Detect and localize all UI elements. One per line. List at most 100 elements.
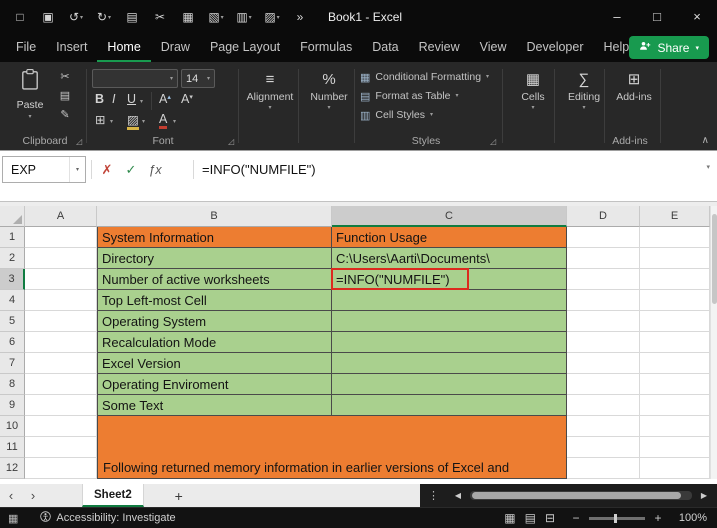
format-painter-button[interactable]: ✎ — [56, 108, 74, 121]
row-header-8[interactable]: 8 — [0, 374, 25, 395]
clipboard-icon[interactable]: ▤ — [118, 10, 146, 24]
format-as-table-button[interactable]: ▤Format as Table▾ — [360, 87, 498, 105]
cell-A2[interactable] — [25, 248, 97, 269]
row-header-12[interactable]: 12 — [0, 458, 25, 479]
column-header-C[interactable]: C — [332, 206, 567, 227]
cell-E1[interactable] — [640, 227, 710, 248]
column-header-E[interactable]: E — [640, 206, 710, 227]
cell-D5[interactable] — [567, 311, 640, 332]
cell-E10[interactable] — [640, 416, 710, 437]
row-header-9[interactable]: 9 — [0, 395, 25, 416]
row-header-2[interactable]: 2 — [0, 248, 25, 269]
row-header-5[interactable]: 5 — [0, 311, 25, 332]
cell-D6[interactable] — [567, 332, 640, 353]
tab-view[interactable]: View — [470, 34, 517, 62]
zoom-level[interactable]: 100% — [673, 512, 707, 524]
tab-review[interactable]: Review — [409, 34, 470, 62]
cell-E9[interactable] — [640, 395, 710, 416]
cell-D4[interactable] — [567, 290, 640, 311]
cell-A1[interactable] — [25, 227, 97, 248]
zoom-in-button[interactable]: + — [651, 511, 665, 525]
bold-button[interactable]: B — [95, 92, 104, 106]
cell-D8[interactable] — [567, 374, 640, 395]
maximize-button[interactable]: □ — [637, 0, 677, 33]
cell-B1[interactable]: System Information — [97, 227, 332, 248]
cell-E7[interactable] — [640, 353, 710, 374]
cell-C5[interactable] — [332, 311, 567, 332]
tab-home[interactable]: Home — [97, 34, 150, 62]
alignment-group-button[interactable]: ≡ Alignment ▾ — [243, 70, 297, 111]
cell-E2[interactable] — [640, 248, 710, 269]
cell-A10[interactable] — [25, 416, 97, 437]
undo-button[interactable]: ↺▾ — [62, 10, 90, 24]
zoom-out-button[interactable]: − — [569, 511, 583, 525]
formula-bar-expand-icon[interactable]: ▾ — [706, 163, 710, 171]
cell-E12[interactable] — [640, 458, 710, 479]
chevron-down-icon[interactable]: ▾ — [173, 119, 176, 125]
font-name-select[interactable]: ▾ — [92, 69, 178, 88]
italic-button[interactable]: I — [112, 92, 115, 106]
cell-A7[interactable] — [25, 353, 97, 374]
vertical-scrollbar[interactable] — [710, 206, 717, 479]
cell-D12[interactable] — [567, 458, 640, 479]
cell-C8[interactable] — [332, 374, 567, 395]
clipboard-dialog-launcher-icon[interactable]: ◿ — [76, 137, 82, 146]
cell-D9[interactable] — [567, 395, 640, 416]
scroll-right-icon[interactable]: ▶ — [697, 491, 711, 500]
cell-C7[interactable] — [332, 353, 567, 374]
cell-A12[interactable] — [25, 458, 97, 479]
more-commands-icon[interactable]: » — [286, 10, 314, 24]
zoom-slider[interactable] — [589, 517, 645, 520]
cell-note-merged[interactable]: Following returned memory information in… — [97, 416, 567, 479]
normal-view-button[interactable]: ▦ — [504, 511, 515, 525]
cell-E6[interactable] — [640, 332, 710, 353]
cell-A9[interactable] — [25, 395, 97, 416]
formula-input[interactable]: =INFO("NUMFILE") — [202, 156, 316, 183]
name-box[interactable]: EXP ▾ — [2, 156, 86, 183]
editing-group-button[interactable]: ∑ Editing ▾ — [557, 70, 611, 111]
tab-file[interactable]: File — [6, 34, 46, 62]
picture-icon[interactable]: ▦ — [174, 10, 202, 24]
font-dialog-launcher-icon[interactable]: ◿ — [228, 137, 234, 146]
cell-D2[interactable] — [567, 248, 640, 269]
cells-group-button[interactable]: ▦ Cells ▾ — [506, 70, 560, 111]
row-header-3[interactable]: 3 — [0, 269, 25, 290]
cell-D11[interactable] — [567, 437, 640, 458]
cell-C4[interactable] — [332, 290, 567, 311]
cell-B9[interactable]: Some Text — [97, 395, 332, 416]
redo-button[interactable]: ↻▾ — [90, 10, 118, 24]
cell-C3[interactable]: =INFO("NUMFILE") — [332, 269, 567, 290]
add-ins-button[interactable]: ⊞ Add-ins — [607, 70, 661, 103]
print-icon[interactable]: ▧▾ — [202, 10, 230, 24]
font-size-select[interactable]: 14 ▾ — [181, 69, 215, 88]
page-layout-view-button[interactable]: ▤ — [525, 511, 536, 525]
cell-B8[interactable]: Operating Enviroment — [97, 374, 332, 395]
row-header-4[interactable]: 4 — [0, 290, 25, 311]
cell-B5[interactable]: Operating System — [97, 311, 332, 332]
styles-dialog-launcher-icon[interactable]: ◿ — [490, 137, 496, 146]
row-header-10[interactable]: 10 — [0, 416, 25, 437]
grid-icon[interactable]: ▦ — [8, 512, 18, 525]
cell-B2[interactable]: Directory — [97, 248, 332, 269]
font-color-button[interactable]: A — [159, 112, 167, 129]
cell-C1[interactable]: Function Usage — [332, 227, 567, 248]
new-sheet-button[interactable]: + — [170, 488, 188, 504]
underline-button[interactable]: U — [127, 92, 136, 106]
cell-E11[interactable] — [640, 437, 710, 458]
column-header-D[interactable]: D — [567, 206, 640, 227]
cell-A5[interactable] — [25, 311, 97, 332]
cell-C6[interactable] — [332, 332, 567, 353]
sheet-tab-sheet2[interactable]: Sheet2 — [82, 484, 144, 507]
column-header-A[interactable]: A — [25, 206, 97, 227]
tab-page-layout[interactable]: Page Layout — [200, 34, 290, 62]
cell-E3[interactable] — [640, 269, 710, 290]
paste-button[interactable]: Paste ▾ — [8, 68, 52, 128]
sheet-nav-next-icon[interactable]: › — [22, 488, 44, 503]
cell-C2[interactable]: C:\Users\Aarti\Documents\ — [332, 248, 567, 269]
window-menu-icon[interactable]: □ — [6, 10, 34, 24]
cell-B4[interactable]: Top Left-most Cell — [97, 290, 332, 311]
cell-B6[interactable]: Recalculation Mode — [97, 332, 332, 353]
page-break-view-button[interactable]: ⊟ — [545, 511, 555, 525]
row-header-6[interactable]: 6 — [0, 332, 25, 353]
horizontal-scrollbar[interactable] — [470, 491, 692, 500]
